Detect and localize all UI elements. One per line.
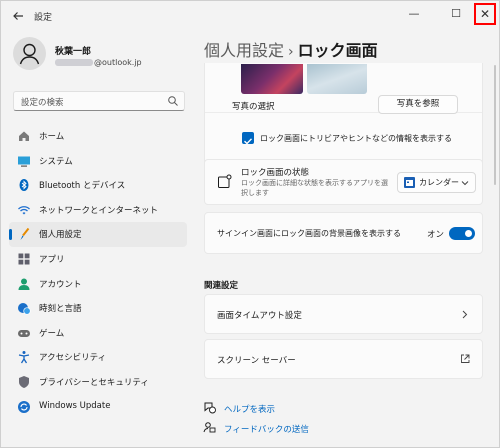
avatar[interactable] [13,37,46,70]
user-email-domain: @outlook.jp [94,58,142,67]
background-thumbnail[interactable] [241,64,303,94]
background-thumbnail[interactable] [307,64,367,94]
lock-status-title: ロック画面の状態 [241,168,310,178]
person-icon [19,43,40,65]
feedback-icon [203,422,216,433]
sidebar-item-accessibility[interactable]: アクセシビリティ [9,345,187,370]
chevron-down-icon [461,181,469,186]
bluetooth-icon [19,179,29,192]
browse-photos-button[interactable]: 写真を参照 [378,95,458,114]
close-button[interactable]: ✕ [474,3,496,25]
apps-icon [18,253,30,265]
help-link[interactable]: ヘルプを表示 [224,403,275,415]
settings-window: 設定 — ☐ ✕ 秋葉一郎 @outlook.jp 設定の検索 ホーム システム [0,0,500,448]
toggle-knob [465,230,472,237]
shield-icon [19,375,29,388]
sidebar-item-time-language[interactable]: 時刻と言語 [9,296,187,321]
sidebar-item-label: アプリ [39,254,65,265]
lock-status-app-dropdown[interactable]: カレンダー [397,172,476,193]
calendar-icon [404,177,415,188]
selected-app-label: カレンダー [419,178,459,187]
sidebar-item-label: ネットワークとインターネット [39,205,159,216]
sidebar-item-label: プライバシーとセキュリティ [39,377,149,388]
sidebar-item-home[interactable]: ホーム [9,124,187,149]
signin-background-label: サインイン画面にロック画面の背景画像を表示する [217,229,401,238]
sidebar-item-gaming[interactable]: ゲーム [9,321,187,346]
sidebar-item-accounts[interactable]: アカウント [9,272,187,297]
trivia-checkbox[interactable] [242,132,254,145]
screen-timeout-label: 画面タイムアウト設定 [217,311,302,321]
screen-saver-label: スクリーン セーバー [217,356,296,366]
lock-status-icon [218,174,232,188]
sidebar-nav: ホーム システム Bluetooth とデバイス ネットワークとインターネット … [9,124,187,419]
wifi-icon [18,205,30,215]
user-email: @outlook.jp [55,58,142,67]
sidebar-item-label: ホーム [39,132,65,142]
sidebar-item-label: アクセシビリティ [39,353,107,364]
sidebar-item-label: ゲーム [39,328,65,339]
app-title: 設定 [34,13,53,23]
sidebar-item-system[interactable]: システム [9,149,187,174]
account-icon [18,278,30,290]
page-title: ロック画面 [297,41,378,60]
sidebar-item-bluetooth[interactable]: Bluetooth とデバイス [9,173,187,198]
breadcrumb-separator: › [288,44,294,60]
sidebar-item-network[interactable]: ネットワークとインターネット [9,198,187,223]
lock-status-description-line2: 択します [241,189,269,197]
update-icon [18,400,30,413]
sidebar-item-personalization[interactable]: 個人用設定 [9,222,187,247]
brush-icon [20,228,30,241]
signin-background-card: サインイン画面にロック画面の背景画像を表示する オン [204,212,483,254]
sidebar-item-label: アカウント [39,279,82,290]
feedback-link[interactable]: フィードバックの送信 [224,423,309,435]
breadcrumb-parent[interactable]: 個人用設定 [204,41,284,60]
related-item-screen-timeout[interactable]: 画面タイムアウト設定 [204,294,483,334]
toggle-state-label: オン [427,230,445,240]
accessibility-icon [18,351,30,364]
lock-screen-status-card: ロック画面の状態 ロック画面に詳細な状態を表示するアプリを選 択します カレンダー [204,159,483,205]
email-redaction [55,59,93,66]
help-icon [204,402,216,414]
open-external-icon [461,354,470,363]
sidebar-item-label: Windows Update [39,400,111,411]
lock-status-description: ロック画面に詳細な状態を表示するアプリを選 択します [241,178,388,198]
title-bar: 設定 — ☐ ✕ [1,1,499,31]
related-item-screen-saver[interactable]: スクリーン セーバー [204,339,483,379]
signin-background-toggle[interactable] [449,227,475,240]
search-icon [168,96,178,106]
sidebar-item-label: 個人用設定 [39,230,82,241]
sidebar-item-label: Bluetooth とデバイス [39,181,126,192]
search-placeholder: 設定の検索 [21,98,64,108]
sidebar-item-windows-update[interactable]: Windows Update [9,395,187,420]
arrow-left-icon [13,12,23,20]
monitor-icon [18,156,30,167]
choose-photo-label: 写真の選択 [232,102,275,112]
checkmark-icon [244,138,253,145]
sidebar-item-label: 時刻と言語 [39,304,82,315]
search-input[interactable]: 設定の検索 [13,91,185,111]
related-settings-heading: 関連設定 [204,281,239,291]
gamepad-icon [18,329,30,337]
scrollbar[interactable] [494,65,496,185]
breadcrumb: 個人用設定 › ロック画面 [204,37,378,61]
sidebar-item-privacy[interactable]: プライバシーとセキュリティ [9,370,187,395]
trivia-checkbox-label[interactable]: ロック画面にトリビアやヒントなどの情報を表示する [260,133,452,144]
content-area[interactable]: 写真の選択 写真を参照 ロック画面にトリビアやヒントなどの情報を表示する ロック… [195,63,499,447]
globe-clock-icon [18,303,31,315]
back-button[interactable] [9,7,27,25]
maximize-button[interactable]: ☐ [445,3,467,25]
home-icon [19,131,29,141]
minimize-button[interactable]: — [403,3,425,25]
chevron-right-icon [462,310,468,319]
lock-status-description-line1: ロック画面に詳細な状態を表示するアプリを選 [241,179,388,187]
sidebar-item-label: システム [39,156,73,167]
user-name: 秋葉一郎 [55,47,92,57]
sidebar-item-apps[interactable]: アプリ [9,247,187,272]
